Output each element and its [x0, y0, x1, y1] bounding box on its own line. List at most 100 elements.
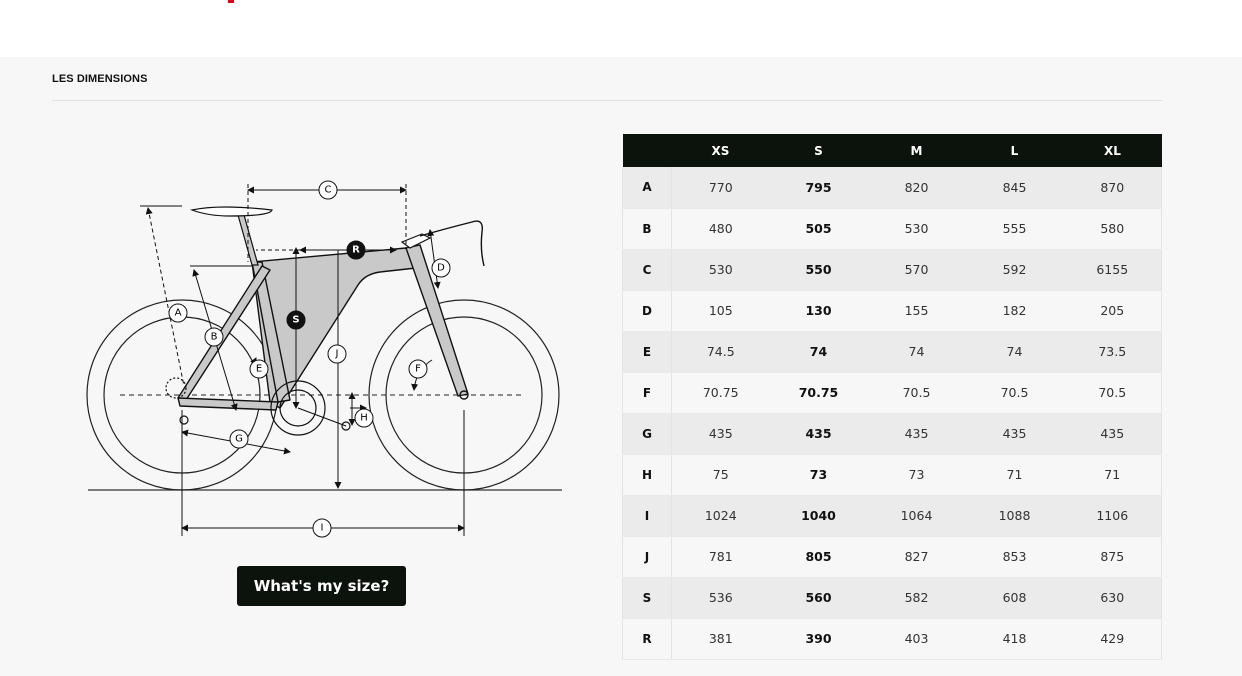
svg-text:F: F	[415, 364, 421, 375]
table-cell: 390	[769, 618, 868, 660]
table-cell: 73.5	[1063, 331, 1162, 373]
table-cell: 71	[1063, 454, 1162, 496]
table-cell: 555	[965, 208, 1064, 250]
table-cell: 1024	[671, 495, 770, 537]
svg-text:I: I	[321, 523, 324, 534]
row-label: S	[622, 577, 672, 619]
row-label: H	[622, 454, 672, 496]
table-cell: 70.5	[965, 372, 1064, 414]
table-cell: 853	[965, 536, 1064, 578]
table-cell: 403	[867, 618, 966, 660]
table-cell: 870	[1063, 167, 1162, 209]
table-cell: 70.75	[769, 372, 868, 414]
table-cell: 592	[965, 249, 1064, 291]
svg-text:R: R	[352, 245, 360, 256]
table-row: B 480 505 530 555 580	[622, 208, 1162, 250]
svg-text:D: D	[437, 263, 445, 274]
table-cell: 536	[671, 577, 770, 619]
dim-label-R: R	[346, 240, 366, 260]
table-cell: 74	[867, 331, 966, 373]
dim-label-H: H	[354, 408, 374, 428]
svg-text:B: B	[211, 332, 218, 343]
table-cell: 570	[867, 249, 966, 291]
table-cell: 1106	[1063, 495, 1162, 537]
handlebar	[419, 220, 485, 267]
row-label: C	[622, 249, 672, 291]
accent-mark	[228, 0, 234, 3]
top-strip	[0, 0, 1242, 57]
dim-label-B: B	[204, 327, 224, 347]
table-cell: 827	[867, 536, 966, 578]
dim-label-F: F	[408, 359, 428, 379]
table-body: A 770 795 820 845 870 B 480 505 530 555 580 C 530 55…	[622, 167, 1162, 660]
table-header-size: XS	[671, 134, 770, 167]
table-cell: 155	[867, 290, 966, 332]
section-title: LES DIMENSIONS	[52, 73, 148, 85]
table-cell: 582	[867, 577, 966, 619]
table-cell: 845	[965, 167, 1064, 209]
table-cell: 71	[965, 454, 1064, 496]
svg-text:C: C	[325, 185, 332, 196]
table-cell: 580	[1063, 208, 1162, 250]
row-label: A	[622, 167, 672, 209]
svg-text:S: S	[292, 315, 299, 326]
table-cell: 435	[1063, 413, 1162, 455]
table-cell: 73	[867, 454, 966, 496]
table-cell: 820	[867, 167, 966, 209]
table-cell: 435	[965, 413, 1064, 455]
row-label: J	[622, 536, 672, 578]
section-divider	[52, 100, 1162, 101]
table-row: A 770 795 820 845 870	[622, 167, 1162, 209]
table-cell: 70.75	[671, 372, 770, 414]
row-label: B	[622, 208, 672, 250]
table-row: J 781 805 827 853 875	[622, 536, 1162, 578]
table-cell: 770	[671, 167, 770, 209]
geometry-table: XS S M L XL A 770 795 820 845 870 B 480 505 530 5…	[622, 134, 1162, 660]
table-row: E 74.5 74 74 74 73.5	[622, 331, 1162, 373]
svg-text:G: G	[235, 434, 243, 445]
table-cell: 560	[769, 577, 868, 619]
table-cell: 530	[671, 249, 770, 291]
table-cell: 630	[1063, 577, 1162, 619]
table-cell: 530	[867, 208, 966, 250]
saddle	[189, 206, 273, 217]
table-cell: 805	[769, 536, 868, 578]
table-cell: 130	[769, 290, 868, 332]
table-row: F 70.75 70.75 70.5 70.5 70.5	[622, 372, 1162, 414]
table-cell: 105	[671, 290, 770, 332]
row-label: E	[622, 331, 672, 373]
table-cell: 429	[1063, 618, 1162, 660]
dim-label-S: S	[286, 310, 306, 330]
table-cell: 70.5	[867, 372, 966, 414]
table-cell: 505	[769, 208, 868, 250]
table-cell: 435	[867, 413, 966, 455]
whats-my-size-button[interactable]: What's my size?	[237, 566, 406, 606]
bike-geometry-diagram: A B C D E F G H I J R S	[86, 180, 562, 538]
table-row: R 381 390 403 418 429	[622, 618, 1162, 660]
table-cell: 480	[671, 208, 770, 250]
table-row: H 75 73 73 71 71	[622, 454, 1162, 496]
row-label: G	[622, 413, 672, 455]
row-label: R	[622, 618, 672, 660]
svg-text:A: A	[175, 308, 182, 319]
row-label: D	[622, 290, 672, 332]
table-row: S 536 560 582 608 630	[622, 577, 1162, 619]
svg-text:J: J	[335, 349, 339, 360]
table-cell: 70.5	[1063, 372, 1162, 414]
dim-label-C: C	[318, 180, 338, 200]
table-cell: 435	[671, 413, 770, 455]
table-row: C 530 550 570 592 6155	[622, 249, 1162, 291]
table-cell: 608	[965, 577, 1064, 619]
row-label: F	[622, 372, 672, 414]
table-header-corner	[622, 134, 672, 167]
table-cell: 381	[671, 618, 770, 660]
table-cell: 73	[769, 454, 868, 496]
svg-text:H: H	[360, 413, 368, 424]
table-header-size: L	[965, 134, 1064, 167]
table-row: D 105 130 155 182 205	[622, 290, 1162, 332]
table-cell: 74	[769, 331, 868, 373]
row-label: I	[622, 495, 672, 537]
dim-label-J: J	[327, 344, 347, 364]
dim-label-A: A	[168, 303, 188, 323]
table-cell: 75	[671, 454, 770, 496]
